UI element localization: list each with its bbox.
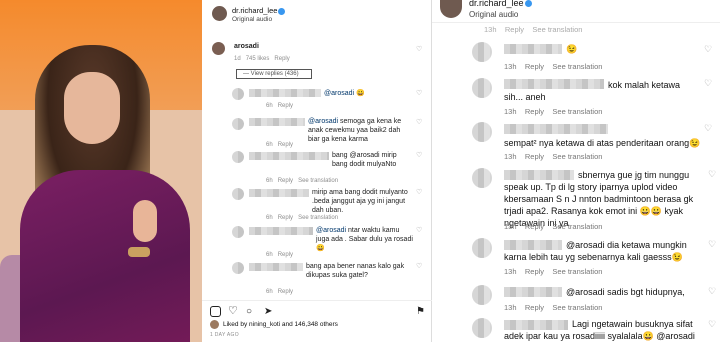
comment-avatar[interactable] bbox=[472, 318, 492, 338]
bookmark-icon[interactable]: ⚑ bbox=[416, 306, 425, 317]
comment-avatar[interactable] bbox=[472, 238, 492, 258]
redacted-username bbox=[249, 118, 305, 126]
verified-icon bbox=[524, 0, 532, 8]
redacted-username bbox=[504, 44, 562, 54]
reply-text: bang @arosadi mirip bang dodit mulyaNto bbox=[332, 152, 397, 168]
comment-avatar[interactable] bbox=[472, 78, 492, 98]
like-heart-icon[interactable]: ♡ bbox=[416, 46, 423, 53]
reply-text: mirip ama bang dodit mulyanto .beda jang… bbox=[312, 189, 408, 214]
comment-meta: 13h Reply See translation bbox=[504, 62, 603, 71]
instagram-comments-panel-right: dr.richard_lee Original audio 13h Reply … bbox=[432, 0, 720, 342]
like-heart-icon[interactable]: ♡ bbox=[416, 90, 423, 97]
woman-hand bbox=[133, 200, 157, 242]
verified-icon bbox=[278, 7, 286, 15]
instagram-icon[interactable] bbox=[210, 306, 221, 317]
comment-text: 😉 bbox=[566, 44, 578, 54]
reply-avatar[interactable] bbox=[232, 118, 244, 130]
redacted-username bbox=[249, 152, 329, 160]
reply-avatar[interactable] bbox=[232, 151, 244, 163]
comment-avatar[interactable] bbox=[472, 122, 492, 142]
reply-avatar[interactable] bbox=[232, 88, 244, 100]
reply-text: bang apa bener nanas kalo gak dikupas su… bbox=[306, 263, 405, 279]
comment-meta: 1d 745 likes Reply bbox=[234, 56, 290, 62]
wristwatch bbox=[128, 247, 150, 257]
header-audio[interactable]: Original audio bbox=[469, 10, 518, 19]
header-username[interactable]: dr.richard_lee bbox=[469, 0, 532, 8]
header-audio[interactable]: Original audio bbox=[232, 16, 272, 23]
video-frame bbox=[0, 0, 202, 342]
share-icon[interactable]: ➤ bbox=[264, 306, 272, 317]
like-heart-icon[interactable]: ♡ bbox=[704, 124, 712, 133]
like-heart-icon[interactable]: ♡ bbox=[704, 79, 712, 88]
like-heart-icon[interactable]: ♡ bbox=[708, 320, 716, 329]
comment-text: @arosadi dia ketawa mungkin karna lebih … bbox=[504, 240, 687, 262]
woman-face bbox=[64, 72, 120, 144]
comment-meta: 13h Reply See translation bbox=[504, 152, 603, 161]
comment-text: sempat² nya ketawa di atas penderitaan o… bbox=[504, 138, 701, 148]
reply-meta: 6h Reply bbox=[266, 252, 294, 258]
comment-avatar[interactable] bbox=[472, 285, 492, 305]
comment-text: Lagi ngetawain busuknya sifat adek ipar … bbox=[504, 319, 695, 341]
reply-avatar[interactable] bbox=[232, 226, 244, 238]
like-heart-icon[interactable]: ♡ bbox=[708, 170, 716, 179]
top-partial-meta: 13h Reply See translation bbox=[484, 25, 583, 34]
redacted-username bbox=[249, 189, 309, 197]
reply-avatar[interactable] bbox=[232, 188, 244, 200]
header-username[interactable]: dr.richard_lee bbox=[232, 6, 286, 15]
divider bbox=[432, 22, 720, 23]
comment-meta: 13h Reply See translation bbox=[504, 222, 603, 231]
comment-avatar[interactable] bbox=[472, 42, 492, 62]
like-heart-icon[interactable]: ♡ bbox=[704, 45, 712, 54]
profile-avatar[interactable] bbox=[212, 6, 227, 21]
comment-meta: 13h Reply See translation bbox=[504, 303, 603, 312]
likes-summary[interactable]: Liked by nining_koti and 146,348 others bbox=[223, 321, 338, 328]
view-replies-button[interactable]: — View replies (436) bbox=[236, 69, 312, 79]
reply-avatar[interactable] bbox=[232, 262, 244, 274]
comment-text: sbnernya gue jg tim nunggu speak up. Tp … bbox=[504, 170, 694, 228]
redacted-username bbox=[504, 124, 608, 134]
like-heart-icon[interactable]: ♡ bbox=[708, 240, 716, 249]
reply-text: @arosadi ntar waktu kamu juga ada . Saba… bbox=[316, 227, 413, 252]
comment-meta: 13h Reply See translation bbox=[504, 267, 603, 276]
commenter-avatar[interactable] bbox=[212, 42, 225, 55]
comment-text: @arosadi sadis bgt hidupnya, bbox=[566, 287, 685, 297]
instagram-comments-panel-left: dr.richard_lee Original audio arosadi 1d… bbox=[202, 0, 432, 342]
like-heart-icon[interactable]: ♡ bbox=[416, 227, 423, 234]
divider bbox=[202, 300, 432, 301]
comment-text: kok malah ketawa sih... aneh bbox=[504, 80, 681, 102]
reply-text: @arosadi semoga ga kena ke anak cewekmu … bbox=[308, 118, 402, 143]
liker-avatar[interactable] bbox=[210, 320, 219, 329]
reply-text: @arosadi 😀 bbox=[324, 90, 365, 97]
reply-meta: 6h Reply bbox=[266, 289, 294, 295]
post-date: 1 DAY AGO bbox=[210, 332, 239, 338]
comment-meta: 13h Reply See translation bbox=[504, 107, 603, 116]
like-heart-icon[interactable]: ♡ bbox=[416, 189, 423, 196]
profile-avatar[interactable] bbox=[440, 0, 462, 18]
reply-link[interactable]: Reply bbox=[274, 56, 289, 62]
woman-sweater bbox=[20, 170, 190, 342]
redacted-username bbox=[249, 227, 313, 235]
reply-meta: 6h Reply bbox=[266, 142, 294, 148]
reply-meta: 6h Reply bbox=[266, 103, 294, 109]
reply-meta: 6h Reply See translation bbox=[266, 215, 339, 221]
redacted-username bbox=[249, 263, 303, 271]
like-heart-icon[interactable]: ♡ bbox=[416, 119, 423, 126]
comment-avatar[interactable] bbox=[472, 168, 492, 188]
comment-icon[interactable]: ○ bbox=[246, 306, 252, 317]
redacted-username bbox=[249, 89, 321, 97]
reply-meta: 6h Reply See translation bbox=[266, 178, 339, 184]
like-heart-icon[interactable]: ♡ bbox=[416, 263, 423, 270]
redacted-username bbox=[504, 287, 562, 297]
like-heart-icon[interactable]: ♡ bbox=[416, 152, 423, 159]
heart-icon[interactable]: ♡ bbox=[228, 306, 238, 317]
comment-username[interactable]: arosadi bbox=[234, 42, 259, 51]
like-heart-icon[interactable]: ♡ bbox=[708, 287, 716, 296]
